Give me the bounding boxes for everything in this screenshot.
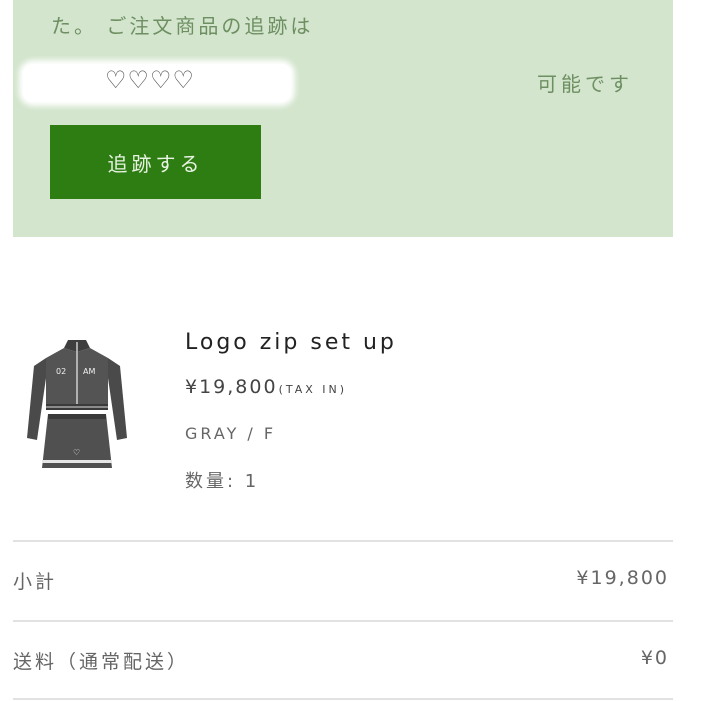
divider [13, 620, 673, 622]
product-thumbnail[interactable]: 02 AM ♡ [24, 338, 130, 483]
product-price: ¥19,800 [185, 376, 278, 398]
redacted-hearts: ♡♡♡♡ [105, 66, 196, 94]
chest-text-left: 02 [56, 367, 66, 376]
skirt [42, 414, 112, 468]
shipping-value: ¥0 [640, 647, 669, 669]
notice-possible-text: 可能です [537, 72, 633, 96]
subtotal-row: 小計 ¥19,800 [13, 567, 673, 597]
subtotal-label: 小計 [13, 571, 58, 593]
skirt-hem-stripe [42, 460, 112, 463]
order-item: 02 AM ♡ Logo zip set up ¥19,800(TAX IN) … [0, 300, 701, 520]
track-order-button[interactable]: 追跡する [50, 125, 261, 199]
tax-note: (TAX IN) [278, 383, 348, 396]
notice-text: た。 ご注文商品の追跡は [51, 14, 314, 38]
price-row: ¥19,800(TAX IN) [185, 376, 347, 398]
shipping-label: 送料（通常配送） [13, 651, 190, 673]
divider [13, 540, 673, 542]
product-variant: GRAY / F [185, 424, 277, 443]
chest-text-right: AM [83, 367, 95, 376]
skirt-emblem: ♡ [73, 448, 80, 457]
product-name[interactable]: Logo zip set up [185, 330, 397, 355]
product-quantity: 数量: 1 [185, 471, 260, 492]
divider [13, 698, 673, 700]
order-tracking-notice: た。 ご注文商品の追跡は ♡♡♡♡ 可能です 追跡する [13, 0, 673, 237]
subtotal-value: ¥19,800 [576, 567, 669, 589]
shipping-row: 送料（通常配送） ¥0 [13, 647, 673, 677]
left-sleeve [27, 358, 46, 440]
right-sleeve [108, 358, 127, 440]
